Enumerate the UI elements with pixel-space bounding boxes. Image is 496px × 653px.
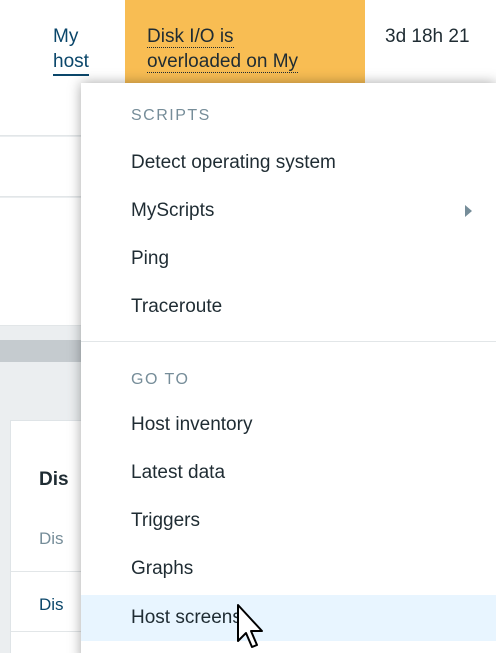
menu-item-label: Ping bbox=[131, 248, 170, 269]
menu-item-latest-data[interactable]: Latest data bbox=[81, 450, 496, 496]
menu-item-host-screens[interactable]: Host screens bbox=[81, 595, 496, 641]
menu-item-ping[interactable]: Ping bbox=[81, 236, 496, 282]
menu-item-triggers[interactable]: Triggers bbox=[81, 498, 496, 544]
menu-item-label: MyScripts bbox=[131, 200, 215, 221]
host-link-line1: My bbox=[53, 26, 79, 47]
problem-cell[interactable]: Disk I/O is overloaded on My bbox=[125, 0, 365, 90]
menu-item-label: Traceroute bbox=[131, 296, 223, 317]
host-context-menu: SCRIPTS Detect operating system MyScript… bbox=[81, 83, 496, 653]
menu-item-label: Detect operating system bbox=[131, 152, 336, 173]
widget-subtitle: Dis bbox=[39, 529, 64, 548]
menu-section-scripts-header: SCRIPTS bbox=[131, 107, 211, 124]
menu-item-label: Host screens bbox=[131, 607, 242, 628]
menu-section-goto-header: GO TO bbox=[131, 371, 190, 388]
menu-item-graphs[interactable]: Graphs bbox=[81, 546, 496, 592]
submenu-arrow-icon bbox=[465, 205, 472, 217]
duration-cell: 3d 18h 21 bbox=[385, 26, 470, 47]
menu-divider bbox=[81, 341, 496, 342]
problem-text-line2: overloaded on My bbox=[147, 51, 299, 73]
host-link[interactable]: My host bbox=[53, 24, 89, 76]
menu-item-host-inventory[interactable]: Host inventory bbox=[81, 402, 496, 448]
menu-item-traceroute[interactable]: Traceroute bbox=[81, 284, 496, 330]
menu-item-detect-operating-system[interactable]: Detect operating system bbox=[81, 140, 496, 186]
menu-item-label: Triggers bbox=[131, 510, 200, 531]
menu-item-myscripts[interactable]: MyScripts bbox=[81, 188, 496, 234]
menu-item-label: Latest data bbox=[131, 462, 226, 483]
widget-link[interactable]: Dis bbox=[39, 595, 64, 615]
problem-text-line1: Disk I/O is bbox=[147, 26, 234, 48]
menu-item-label: Graphs bbox=[131, 558, 194, 579]
menu-item-label: Host inventory bbox=[131, 414, 253, 435]
widget-title: Dis bbox=[39, 469, 69, 490]
host-link-line2: host bbox=[53, 51, 89, 72]
